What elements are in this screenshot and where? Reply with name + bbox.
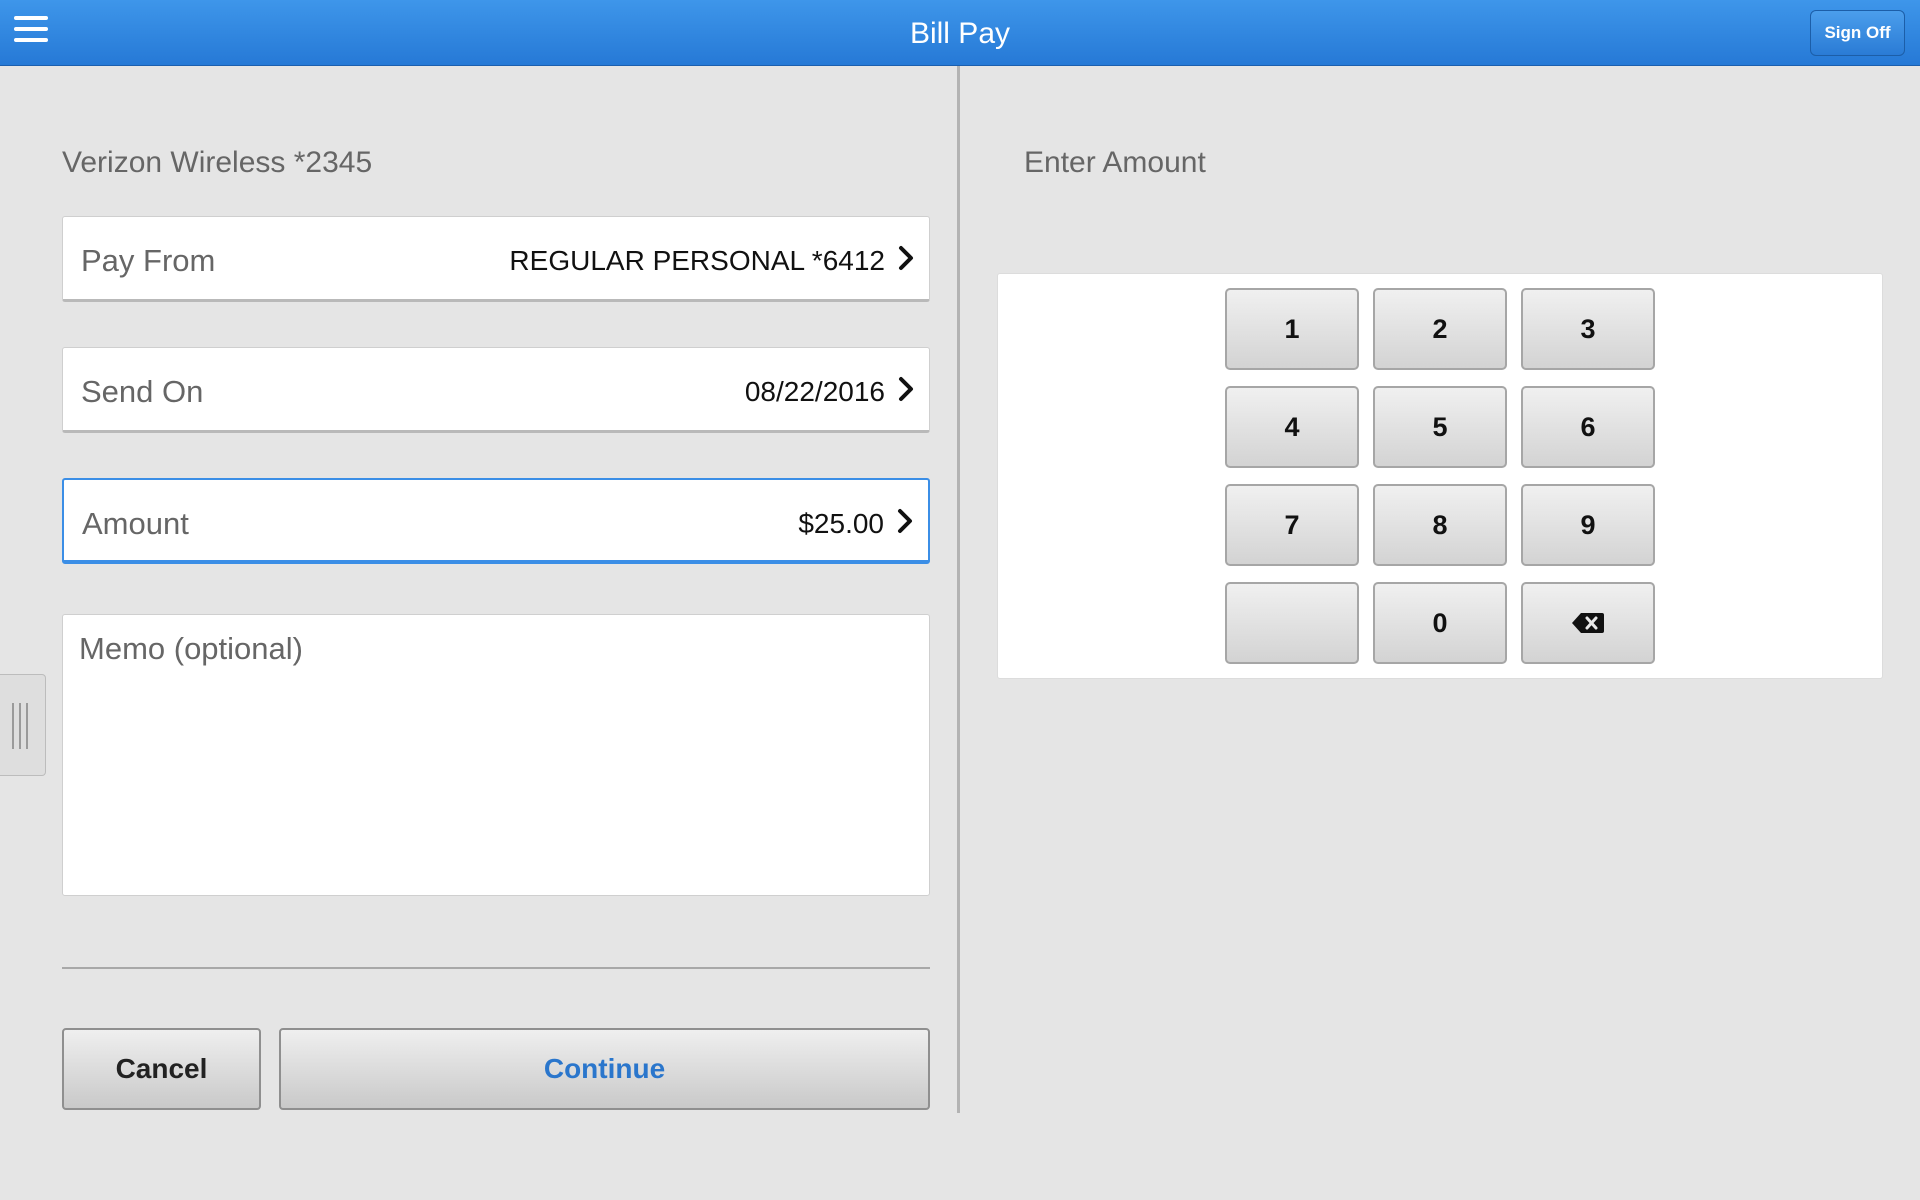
backspace-key[interactable]: [1521, 582, 1655, 664]
key-blank[interactable]: [1225, 582, 1359, 664]
key-2[interactable]: 2: [1373, 288, 1507, 370]
key-7[interactable]: 7: [1225, 484, 1359, 566]
key-8[interactable]: 8: [1373, 484, 1507, 566]
send-on-row[interactable]: Send On 08/22/2016: [62, 347, 930, 433]
send-on-label: Send On: [81, 374, 204, 409]
chevron-right-icon: [899, 377, 913, 401]
page-title: Bill Pay: [909, 17, 1011, 50]
top-bar: Bill Pay Sign Off: [0, 0, 1920, 66]
key-0[interactable]: 0: [1373, 582, 1507, 664]
cancel-button[interactable]: Cancel: [62, 1028, 261, 1110]
chevron-right-icon: [899, 246, 913, 270]
chevron-right-icon: [898, 509, 912, 533]
sign-off-button[interactable]: Sign Off: [1810, 10, 1905, 56]
amount-label: Amount: [82, 506, 189, 541]
key-3[interactable]: 3: [1521, 288, 1655, 370]
key-4[interactable]: 4: [1225, 386, 1359, 468]
divider: [62, 967, 930, 969]
drawer-handle[interactable]: [0, 674, 46, 776]
amount-value: $25.00: [798, 508, 884, 539]
memo-field[interactable]: [62, 614, 930, 896]
key-5[interactable]: 5: [1373, 386, 1507, 468]
key-6[interactable]: 6: [1521, 386, 1655, 468]
send-on-value: 08/22/2016: [744, 376, 885, 407]
continue-button[interactable]: Continue: [279, 1028, 930, 1110]
numeric-keypad: 1 2 3 4 5 6 7 8 9 0: [997, 273, 1883, 679]
keypad-title: Enter Amount: [1024, 146, 1206, 179]
backspace-icon: [1572, 613, 1604, 633]
pane-divider: [957, 66, 960, 1113]
pay-from-label: Pay From: [81, 243, 216, 278]
key-1[interactable]: 1: [1225, 288, 1359, 370]
amount-row[interactable]: Amount $25.00: [62, 478, 930, 564]
key-9[interactable]: 9: [1521, 484, 1655, 566]
pay-from-row[interactable]: Pay From REGULAR PERSONAL *6412: [62, 216, 930, 302]
pay-from-value: REGULAR PERSONAL *6412: [509, 245, 885, 276]
payee-name: Verizon Wireless *2345: [62, 146, 373, 179]
